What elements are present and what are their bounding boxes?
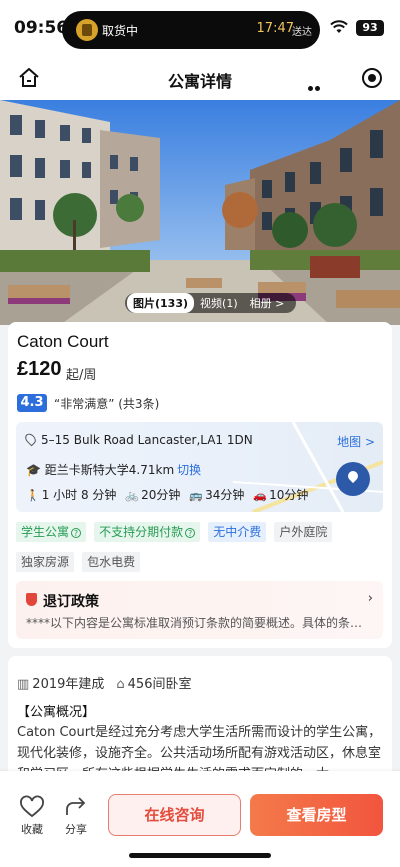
university-distance: 🎓 距兰卡斯特大学4.71km 切换 — [26, 461, 201, 478]
share-icon — [66, 797, 86, 815]
transport-bus: 🚌 34分钟 — [189, 488, 245, 502]
status-time: 09:56 — [14, 18, 69, 38]
online-consult-button[interactable]: 在线咨询 — [108, 794, 241, 836]
university-distance-text: 距兰卡斯特大学4.71km — [44, 463, 175, 477]
tag-no-agency-fee: 无中介费 — [208, 522, 267, 542]
graduation-cap-icon: 🎓 — [26, 463, 41, 477]
map-link[interactable]: 地图 > — [337, 433, 375, 450]
tag-student-housing[interactable]: 学生公寓? — [16, 522, 87, 542]
mini-program-capsule — [306, 63, 384, 110]
delivery-status: 取货中 — [102, 24, 139, 38]
property-info-card: Caton Court £120 起/周 4.3 “非常满意” (共3条) 5–… — [8, 322, 392, 648]
tag-no-installments[interactable]: 不支持分期付款? — [94, 522, 201, 542]
tag-exclusive: 独家房源 — [16, 552, 75, 572]
transport-bike: 🚲 20分钟 — [125, 488, 181, 502]
dynamic-island[interactable]: 取货中 17:47 送达 — [62, 11, 320, 49]
feature-tags: 学生公寓? 不支持分期付款? 无中介费 户外庭院 独家房源 包水电费 — [16, 521, 386, 581]
switch-university-link[interactable]: 切换 — [177, 463, 201, 477]
car-icon: 🚗 — [253, 489, 268, 502]
tab-albums[interactable]: 相册 > — [244, 293, 291, 313]
share-label: 分享 — [65, 823, 87, 836]
shield-icon — [26, 593, 37, 606]
nav-bar: 公寓详情 — [0, 56, 400, 110]
transport-walk: 🚶 1 小时 8 分钟 — [26, 488, 117, 502]
battery-indicator: 93 — [356, 20, 384, 36]
delivery-icon — [76, 19, 98, 41]
favorite-button[interactable]: 收藏 — [17, 795, 47, 837]
price-unit: 起/周 — [66, 368, 97, 383]
help-icon[interactable]: ? — [71, 528, 82, 538]
rating-summary[interactable]: “非常满意” (共3条) — [54, 395, 159, 412]
hero-photo[interactable]: 图片(133) 视频(1) 相册 > — [0, 100, 400, 325]
delivery-eta: 17:47 — [256, 21, 294, 36]
section-title: 【公寓概况】 — [17, 705, 96, 720]
share-button[interactable]: 分享 — [61, 795, 91, 837]
bedroom-count: ⌂ 456间卧室 — [116, 677, 192, 692]
tag-courtyard: 户外庭院 — [274, 522, 333, 542]
courtyard-photo — [0, 100, 400, 325]
close-mini-program-icon[interactable] — [362, 68, 382, 88]
address: 5–15 Bulk Road Lancaster,LA1 1DN — [26, 433, 253, 447]
heart-icon — [20, 795, 44, 818]
year-built: ▥ 2019年建成 — [17, 677, 105, 692]
walk-icon: 🚶 — [26, 489, 40, 502]
house-icon: ⌂ — [116, 677, 125, 692]
delivery-eta-suffix: 送达 — [292, 27, 312, 38]
tab-photos[interactable]: 图片(133) — [127, 293, 195, 313]
price: £120 — [17, 358, 62, 380]
wifi-icon — [330, 20, 348, 33]
bus-icon: 🚌 — [189, 489, 204, 502]
media-tabs: 图片(133) 视频(1) 相册 > — [125, 293, 297, 313]
bike-icon: 🚲 — [125, 489, 140, 502]
policy-title: 退订政策 — [43, 594, 99, 610]
status-bar: 09:56 取货中 17:47 送达 93 — [0, 0, 400, 56]
rating-score[interactable]: 4.3 — [17, 394, 47, 412]
help-icon[interactable]: ? — [185, 528, 196, 538]
more-icon[interactable] — [308, 76, 328, 110]
policy-summary: ****以下内容是公寓标准取消预订条款的简要概述。具体的条… — [26, 616, 363, 630]
cancellation-policy[interactable]: 退订政策 › ****以下内容是公寓标准取消预订条款的简要概述。具体的条… — [16, 581, 383, 639]
favorite-label: 收藏 — [21, 823, 43, 836]
home-indicator — [129, 853, 271, 858]
location-panel[interactable]: 5–15 Bulk Road Lancaster,LA1 1DN 地图 > 🎓 … — [16, 422, 383, 512]
chevron-right-icon: › — [367, 591, 373, 606]
view-room-types-button[interactable]: 查看房型 — [250, 794, 383, 836]
tag-bills-included: 包水电费 — [82, 552, 141, 572]
building-icon: ▥ — [17, 677, 30, 692]
property-facts: ▥ 2019年建成 ⌂ 456间卧室 — [17, 673, 191, 692]
transport-car: 🚗 10分钟 — [253, 488, 309, 502]
tab-videos[interactable]: 视频(1) — [194, 293, 244, 313]
transport-times: 🚶 1 小时 8 分钟 🚲 20分钟 🚌 34分钟 🚗 10分钟 — [26, 486, 308, 503]
property-name: Caton Court — [17, 332, 109, 351]
map-pin-icon[interactable] — [336, 462, 370, 496]
